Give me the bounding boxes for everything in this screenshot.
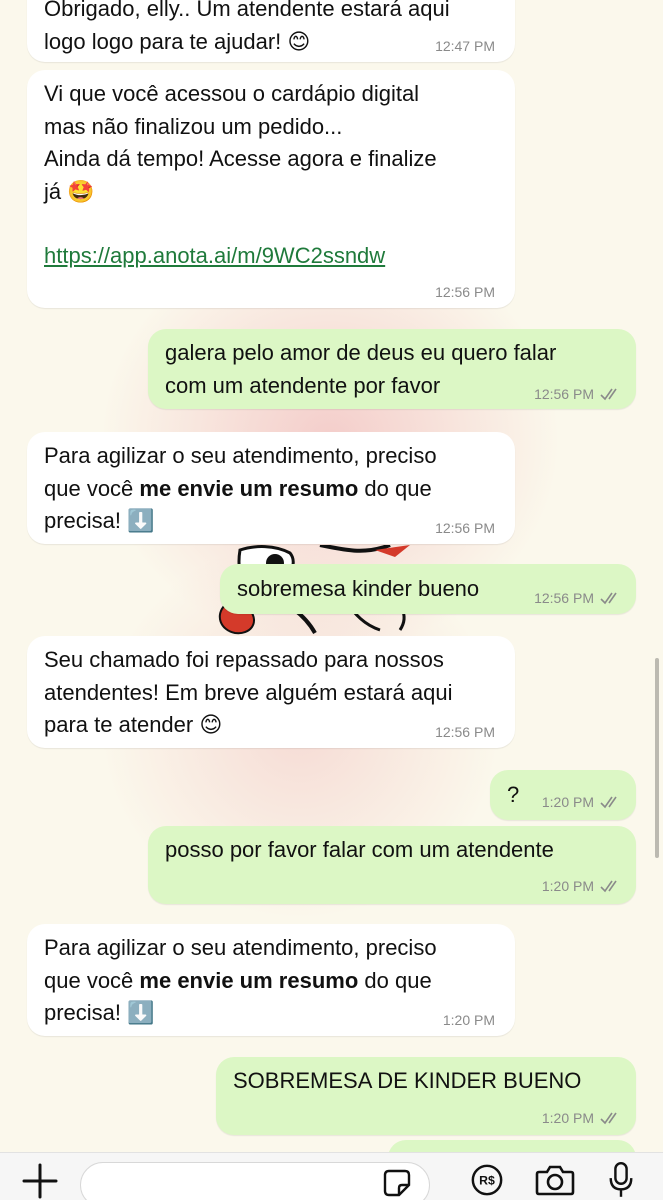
incoming-message[interactable]: Para agilizar o seu atendimento, preciso… <box>27 432 515 544</box>
message-text-line: Para agilizar o seu atendimento, preciso <box>44 443 437 468</box>
outgoing-message[interactable] <box>388 1140 636 1152</box>
message-text-line: mas não finalizou um pedido... <box>44 113 343 139</box>
bold-text: me envie um resumo <box>139 967 359 993</box>
message-text-line: atendentes! Em breve alguém estará aqui <box>44 679 453 705</box>
message-timestamp: 12:56 PM <box>435 284 495 300</box>
bold-text: me envie um resumo <box>139 475 359 501</box>
sticker-icon[interactable] <box>383 1169 411 1197</box>
message-text-line: para te atender 😊 <box>44 712 223 737</box>
message-text-line: precisa! ⬇️ <box>44 1000 155 1025</box>
message-timestamp: 1:20 PM <box>541 794 594 810</box>
message-text-line: logo logo para te ajudar! 😊 <box>44 28 311 54</box>
incoming-message[interactable]: Para agilizar o seu atendimento, preciso… <box>27 924 515 1036</box>
outgoing-message[interactable]: ? 1:20 PM <box>490 770 636 820</box>
message-text-line: Ainda dá tempo! Acesse agora e finalize <box>44 146 437 171</box>
message-text-line: Obrigado, elly.. Um atendente estará aqu… <box>44 0 450 21</box>
message-text-line: Para agilizar o seu atendimento, preciso <box>44 935 437 960</box>
svg-text:R$: R$ <box>479 1174 495 1188</box>
message-timestamp: 1:20 PM <box>541 1110 594 1126</box>
read-receipt-icon <box>600 592 617 605</box>
message-text-line: SOBREMESA DE KINDER BUENO <box>233 1068 582 1093</box>
outgoing-message[interactable]: sobremesa kinder bueno 12:56 PM <box>220 564 636 614</box>
outgoing-message[interactable]: galera pelo amor de deus eu quero falar … <box>148 329 636 409</box>
pix-payment-icon[interactable]: R$ <box>470 1163 504 1197</box>
message-text-line: com um atendente por favor <box>165 372 441 398</box>
message-input[interactable] <box>80 1162 430 1200</box>
message-text-line: precisa! ⬇️ <box>44 508 155 533</box>
message-timestamp: 1:20 PM <box>541 878 594 894</box>
message-timestamp: 12:56 PM <box>435 520 495 536</box>
message-text-line: ? <box>507 782 520 807</box>
message-text-line: que você me envie um resumo do que <box>44 967 432 993</box>
incoming-message[interactable]: Seu chamado foi repassado para nossos at… <box>27 636 515 748</box>
plus-icon[interactable] <box>20 1161 60 1200</box>
message-text-line: galera pelo amor de deus eu quero falar <box>165 340 557 365</box>
message-text-line: posso por favor falar com um atendente <box>165 837 554 862</box>
read-receipt-icon <box>600 1112 617 1125</box>
message-text-line: sobremesa kinder bueno <box>237 576 480 601</box>
outgoing-message[interactable]: SOBREMESA DE KINDER BUENO 1:20 PM <box>216 1057 636 1135</box>
message-text-line: Seu chamado foi repassado para nossos <box>44 647 444 672</box>
message-timestamp: 12:56 PM <box>534 386 594 402</box>
scrollbar[interactable] <box>655 658 659 858</box>
message-text-line: que você me envie um resumo do que <box>44 475 432 501</box>
message-timestamp: 12:56 PM <box>534 590 594 606</box>
outgoing-message[interactable]: posso por favor falar com um atendente 1… <box>148 826 636 904</box>
message-composer: R$ <box>0 1152 663 1200</box>
read-receipt-icon <box>600 796 617 809</box>
message-timestamp: 1:20 PM <box>442 1012 495 1028</box>
incoming-message[interactable]: Vi que você acessou o cardápio digital m… <box>27 70 515 308</box>
message-text-line: já 🤩 <box>44 178 95 204</box>
menu-link[interactable]: https://app.anota.ai/m/9WC2ssndw <box>44 240 437 273</box>
incoming-message[interactable]: Obrigado, elly.. Um atendente estará aqu… <box>27 0 515 62</box>
read-receipt-icon <box>600 388 617 401</box>
message-timestamp: 12:47 PM <box>435 38 495 54</box>
message-text-line: Vi que você acessou o cardápio digital <box>44 81 420 106</box>
camera-icon[interactable] <box>534 1163 576 1197</box>
read-receipt-icon <box>600 880 617 893</box>
chat-area[interactable]: Obrigado, elly.. Um atendente estará aqu… <box>0 0 663 1152</box>
microphone-icon[interactable] <box>607 1161 635 1199</box>
message-timestamp: 12:56 PM <box>435 724 495 740</box>
